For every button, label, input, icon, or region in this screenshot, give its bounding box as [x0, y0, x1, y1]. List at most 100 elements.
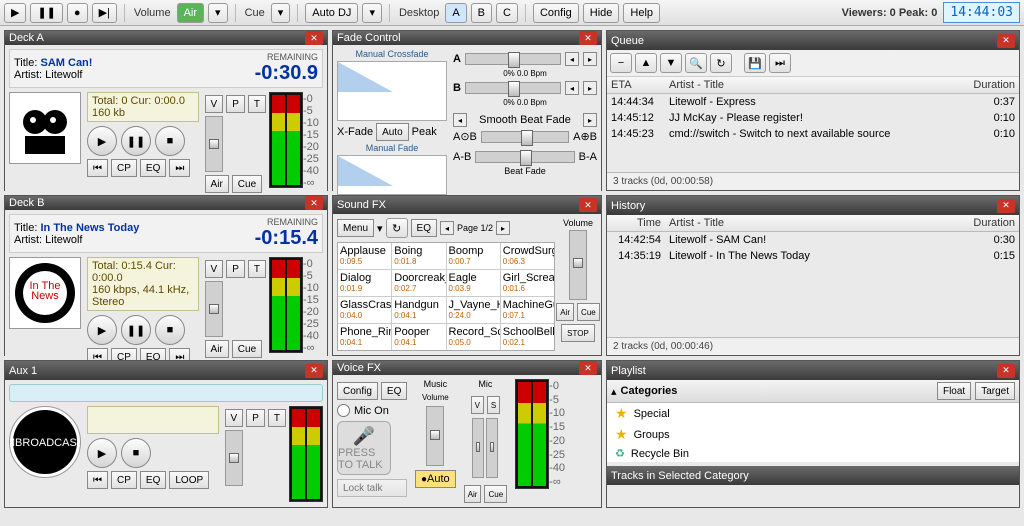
target-button[interactable]: Target — [975, 382, 1015, 400]
sfx-grid: Applause0:09.5Boing0:01.8Boomp0:00.7Crow… — [337, 242, 555, 351]
close-icon[interactable]: ✕ — [579, 31, 597, 45]
queue-down-icon[interactable]: ▼ — [660, 53, 682, 73]
aux-loop-button[interactable]: LOOP — [169, 471, 209, 489]
deck-a-next-button[interactable]: ⏭ — [169, 159, 190, 177]
deck-a-pitch-slider[interactable] — [465, 53, 561, 65]
deck-a-pause-button[interactable]: ❚❚ — [121, 126, 151, 156]
auto-duck-button[interactable]: ● Auto — [415, 470, 456, 488]
close-icon[interactable]: ✕ — [305, 364, 323, 378]
hide-button[interactable]: Hide — [583, 3, 620, 23]
category-item[interactable]: ♻ Recycle Bin — [607, 445, 1019, 462]
queue-row[interactable]: 14:45:23cmd://switch - Switch to next av… — [607, 126, 1019, 142]
sfx-cell[interactable]: Handgun0:04.1 — [392, 297, 445, 323]
deck-a-cue-button[interactable]: Cue — [232, 175, 262, 193]
sfx-volume-slider[interactable] — [569, 230, 587, 300]
close-icon[interactable]: ✕ — [305, 196, 323, 210]
svg-text:News: News — [31, 290, 59, 302]
beat-fade-slider-1[interactable] — [481, 131, 569, 143]
queue-refresh-icon[interactable]: ↻ — [710, 53, 732, 73]
sfx-cell[interactable]: Dialog0:01.9 — [338, 270, 391, 296]
sfx-cell[interactable]: GlassCrash0:04.0 — [338, 297, 391, 323]
deck-a-play-button[interactable]: ▶ — [87, 126, 117, 156]
sfx-cell[interactable]: Eagle0:03.9 — [447, 270, 500, 296]
sfx-cell[interactable]: CrowdSurge0:06.3 — [501, 243, 554, 269]
aux-play-button[interactable]: ▶ — [87, 438, 117, 468]
deck-a-prev-button[interactable]: ⏮ — [87, 159, 108, 177]
voicefx-panel: Voice FX✕ ConfigEQ Mic On 🎤PRESS TO TALK… — [332, 360, 602, 508]
deck-a-eq-button[interactable]: EQ — [140, 159, 166, 177]
deck-b-play-button[interactable]: ▶ — [87, 315, 117, 345]
close-icon[interactable]: ✕ — [997, 34, 1015, 48]
sfx-cell[interactable]: Doorcreak_clos0:02.7 — [392, 270, 445, 296]
close-icon[interactable]: ✕ — [997, 364, 1015, 378]
music-volume-slider[interactable] — [426, 406, 444, 466]
queue-remove-icon[interactable]: − — [610, 53, 632, 73]
air-dropdown[interactable]: ▾ — [208, 3, 228, 23]
sfx-cell[interactable]: Boing0:01.8 — [392, 243, 445, 269]
deck-b-panel: Deck B✕ Title: In The News Today Artist:… — [4, 195, 328, 356]
deck-b-pitch-slider[interactable] — [465, 82, 561, 94]
sfx-cell[interactable]: J_Vayne_Habit0:24.0 — [447, 297, 500, 323]
queue-save-icon[interactable]: 💾 — [744, 53, 766, 73]
close-icon[interactable]: ✕ — [997, 199, 1015, 213]
queue-row[interactable]: 14:44:34Litewolf - Express0:37 — [607, 94, 1019, 110]
queue-panel: Queue✕ − ▲ ▼ 🔍 ↻ 💾 ⏭ ETAArtist - TitleDu… — [606, 30, 1020, 191]
deck-a-air-button[interactable]: Air — [205, 175, 229, 193]
autodj-button[interactable]: Auto DJ — [305, 3, 358, 23]
config-button[interactable]: Config — [533, 3, 579, 23]
sfx-cell[interactable]: Phone_Ring0:04.1 — [338, 324, 391, 350]
category-item[interactable]: ★ Special — [607, 403, 1019, 424]
history-row[interactable]: 14:42:54Litewolf - SAM Can!0:30 — [607, 232, 1019, 248]
sfx-cell[interactable]: Boomp0:00.7 — [447, 243, 500, 269]
air-button[interactable]: Air — [177, 3, 204, 23]
categories-toggle[interactable]: ▴ — [611, 385, 617, 398]
deck-a-volume-slider[interactable] — [205, 116, 223, 172]
deck-a-stop-button[interactable]: ■ — [155, 126, 185, 156]
sfx-cell[interactable]: MachineGunSho0:07.1 — [501, 297, 554, 323]
deck-a-remaining: -0:30.9 — [255, 62, 318, 85]
help-button[interactable]: Help — [623, 3, 660, 23]
queue-row[interactable]: 14:45:12JJ McKay - Please register!0:10 — [607, 110, 1019, 126]
desktop-a-button[interactable]: A — [445, 3, 466, 23]
queue-up-icon[interactable]: ▲ — [635, 53, 657, 73]
play-button[interactable]: ▶ — [4, 3, 26, 23]
autodj-dropdown[interactable]: ▾ — [362, 3, 382, 23]
queue-skip-icon[interactable]: ⏭ — [769, 53, 791, 73]
desktop-c-button[interactable]: C — [496, 3, 518, 23]
deck-b-volume-slider[interactable] — [205, 281, 223, 337]
auto-fade-button[interactable]: Auto — [376, 123, 409, 141]
aux-panel: Aux 1✕ SAMBROADCASTER ▶ ■ ⏮ — [4, 360, 328, 508]
mic-on-radio[interactable]: Mic On — [337, 404, 407, 417]
close-icon[interactable]: ✕ — [305, 31, 323, 45]
sfx-refresh-icon[interactable]: ↻ — [386, 218, 408, 238]
deck-b-album-art: In TheNews — [9, 257, 81, 329]
main-toolbar: ▶ ❚❚ ● ▶| Volume Air ▾ Cue ▾ Auto DJ ▾ D… — [0, 0, 1024, 26]
lock-talk-button[interactable]: Lock talk — [337, 479, 407, 497]
deck-b-remaining: -0:15.4 — [255, 227, 318, 250]
float-button[interactable]: Float — [937, 382, 971, 400]
sfx-cell[interactable]: SchoolBell0:02.1 — [501, 324, 554, 350]
pause-button[interactable]: ❚❚ — [30, 3, 62, 23]
history-row[interactable]: 14:35:19Litewolf - In The News Today0:15 — [607, 248, 1019, 264]
close-icon[interactable]: ✕ — [579, 361, 597, 375]
deck-a-cp-button[interactable]: CP — [111, 159, 137, 177]
press-to-talk-button[interactable]: 🎤PRESS TO TALK — [337, 421, 391, 475]
stop-button[interactable]: ● — [67, 3, 88, 23]
close-icon[interactable]: ✕ — [579, 198, 597, 212]
deck-b-pause-button[interactable]: ❚❚ — [121, 315, 151, 345]
sfx-cell[interactable]: Applause0:09.5 — [338, 243, 391, 269]
deck-b-stop-button[interactable]: ■ — [155, 315, 185, 345]
sfx-menu-button[interactable]: Menu — [337, 219, 374, 237]
sfx-stop-button[interactable]: STOP — [561, 324, 595, 342]
category-item[interactable]: ★ Groups — [607, 424, 1019, 445]
cue-dropdown[interactable]: ▾ — [271, 3, 291, 23]
sfx-cell[interactable]: Pooper0:04.1 — [392, 324, 445, 350]
crossfade-slider[interactable] — [475, 151, 574, 163]
sfx-cell[interactable]: Record_Scratch0:05.0 — [447, 324, 500, 350]
queue-search-icon[interactable]: 🔍 — [685, 53, 707, 73]
aux-stop-button[interactable]: ■ — [121, 438, 151, 468]
cue-label: Cue — [245, 7, 265, 19]
sfx-cell[interactable]: Girl_Scream0:01.6 — [501, 270, 554, 296]
next-button[interactable]: ▶| — [92, 3, 117, 23]
desktop-b-button[interactable]: B — [471, 3, 492, 23]
